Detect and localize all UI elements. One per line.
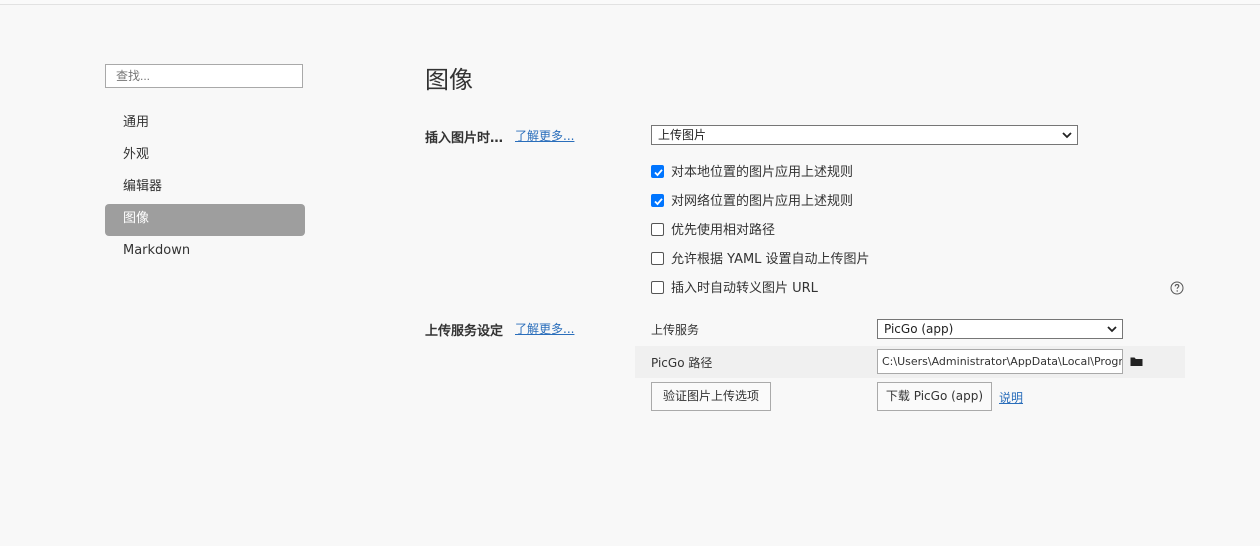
option-label: 对本地位置的图片应用上述规则 (671, 165, 854, 180)
picgo-path-label: PicGo 路径 (651, 356, 713, 370)
checkbox-checked[interactable] (651, 165, 664, 178)
upload-service-select[interactable]: PicGo (app) (877, 319, 1123, 339)
chevron-down-icon (1062, 132, 1072, 139)
chevron-down-icon (1107, 326, 1117, 333)
option-local-images[interactable]: 对本地位置的图片应用上述规则 (651, 165, 853, 181)
insert-action-value: 上传图片 (658, 128, 707, 142)
insert-image-label: 插入图片时… (425, 131, 504, 146)
search-input[interactable] (105, 64, 303, 88)
folder-icon[interactable] (1130, 356, 1143, 367)
upload-learn-more-link[interactable]: 了解更多... (515, 320, 574, 337)
insert-action-select[interactable]: 上传图片 (651, 125, 1078, 145)
option-network-images[interactable]: 对网络位置的图片应用上述规则 (651, 194, 853, 210)
nav-item-markdown[interactable]: Markdown (105, 236, 305, 268)
help-icon[interactable] (1170, 281, 1184, 295)
upload-service-row-label: 上传服务 (651, 323, 700, 337)
checkbox-unchecked[interactable] (651, 223, 664, 236)
option-label: 允许根据 YAML 设置自动上传图片 (671, 252, 870, 267)
checkbox-unchecked[interactable] (651, 252, 664, 265)
nav-item-appearance[interactable]: 外观 (105, 140, 305, 172)
top-border (0, 0, 1260, 5)
upload-service-label: 上传服务设定 (425, 324, 504, 339)
option-label: 插入时自动转义图片 URL (671, 281, 818, 296)
page-title: 图像 (425, 66, 473, 94)
nav-item-image[interactable]: 图像 (105, 204, 305, 236)
checkbox-unchecked[interactable] (651, 281, 664, 294)
nav-item-editor[interactable]: 编辑器 (105, 172, 305, 204)
option-escape-url[interactable]: 插入时自动转义图片 URL (651, 281, 818, 297)
option-label: 优先使用相对路径 (671, 223, 776, 238)
picgo-doc-link[interactable]: 说明 (999, 389, 1023, 406)
upload-service-value: PicGo (app) (884, 322, 954, 336)
insert-learn-more-link[interactable]: 了解更多... (515, 127, 574, 144)
option-label: 对网络位置的图片应用上述规则 (671, 194, 854, 209)
checkbox-checked[interactable] (651, 194, 664, 207)
option-yaml-upload[interactable]: 允许根据 YAML 设置自动上传图片 (651, 252, 870, 268)
option-relative-path[interactable]: 优先使用相对路径 (651, 223, 775, 239)
settings-nav: 通用 外观 编辑器 图像 Markdown (105, 108, 305, 268)
picgo-path-input[interactable]: C:\Users\Administrator\AppData\Local\Pro… (877, 349, 1123, 374)
nav-item-general[interactable]: 通用 (105, 108, 305, 140)
download-picgo-button[interactable]: 下载 PicGo (app) (877, 382, 992, 411)
verify-upload-button[interactable]: 验证图片上传选项 (651, 382, 771, 411)
